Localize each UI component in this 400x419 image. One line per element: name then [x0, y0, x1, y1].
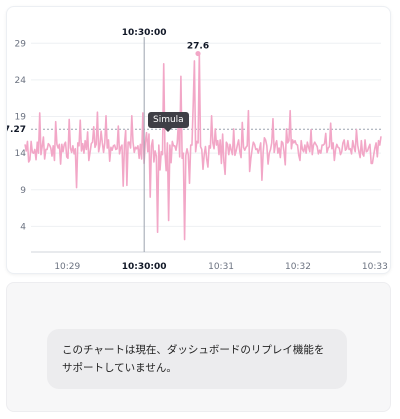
y-tick-label: 9 — [20, 186, 26, 196]
chart-card: 29 24 19 14 9 4 10:29 10:30:00 10:31 10:32 10:33 17… — [6, 6, 391, 274]
peak-value-label: 27.6 — [187, 42, 209, 52]
replay-notice-line-2: サポートしていません。 — [62, 362, 177, 374]
replay-notice-line-1: このチャートは現在、ダッシュボードのリプレイ機能を — [62, 344, 325, 356]
tooltip-pointer — [164, 128, 172, 132]
series-line — [24, 52, 382, 241]
y-tick-label: 24 — [15, 76, 27, 86]
replay-notice-text: このチャートは現在、ダッシュボードのリプレイ機能を サポートしていません。 — [62, 341, 332, 377]
time-series-chart[interactable]: 29 24 19 14 9 4 10:29 10:30:00 10:31 10:32 10:33 17… — [7, 7, 392, 275]
x-tick-label: 10:33 — [362, 262, 388, 272]
x-tick-label: 10:31 — [208, 262, 234, 272]
x-tick-label: 10:30:00 — [122, 262, 167, 272]
series-tooltip: Simula — [148, 112, 189, 128]
peak-point — [195, 50, 201, 57]
chart-series-group — [24, 50, 382, 241]
y-tick-label: 14 — [15, 149, 27, 159]
y-tick-label: 4 — [20, 222, 26, 232]
reference-value-label: 17.27 — [7, 125, 26, 135]
x-tick-label: 10:32 — [285, 262, 311, 272]
replay-notice-bubble: このチャートは現在、ダッシュボードのリプレイ機能を サポートしていません。 — [47, 329, 347, 389]
crosshair-time-label: 10:30:00 — [122, 28, 167, 38]
y-tick-label: 19 — [15, 113, 27, 123]
x-tick-label: 10:29 — [54, 262, 80, 272]
y-tick-label: 29 — [15, 39, 27, 49]
replay-notice-card: このチャートは現在、ダッシュボードのリプレイ機能を サポートしていません。 — [6, 282, 391, 412]
